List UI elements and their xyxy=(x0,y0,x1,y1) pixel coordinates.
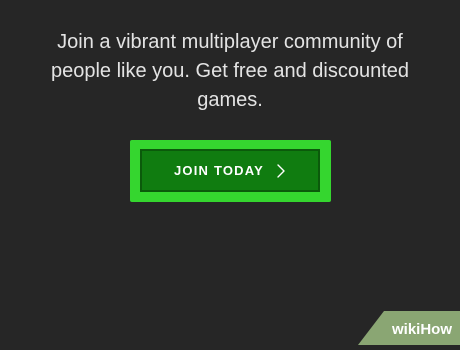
promo-text-line-3: games. xyxy=(197,89,263,111)
watermark-label: wikiHow xyxy=(391,321,452,338)
join-today-button[interactable]: JOIN TODAY xyxy=(140,149,320,192)
promo-text-line-2: people like you. Get free and discounted xyxy=(50,60,410,82)
chevron-right-icon xyxy=(276,163,286,178)
wikihow-watermark: wikiHow xyxy=(358,311,460,345)
app-screen: Join a vibrant multiplayer community of … xyxy=(0,0,460,345)
promo-text-line-1: Join a vibrant multiplayer community of xyxy=(57,31,403,53)
promo-text: Join a vibrant multiplayer community of … xyxy=(40,28,420,115)
join-today-label: JOIN TODAY xyxy=(173,163,265,178)
